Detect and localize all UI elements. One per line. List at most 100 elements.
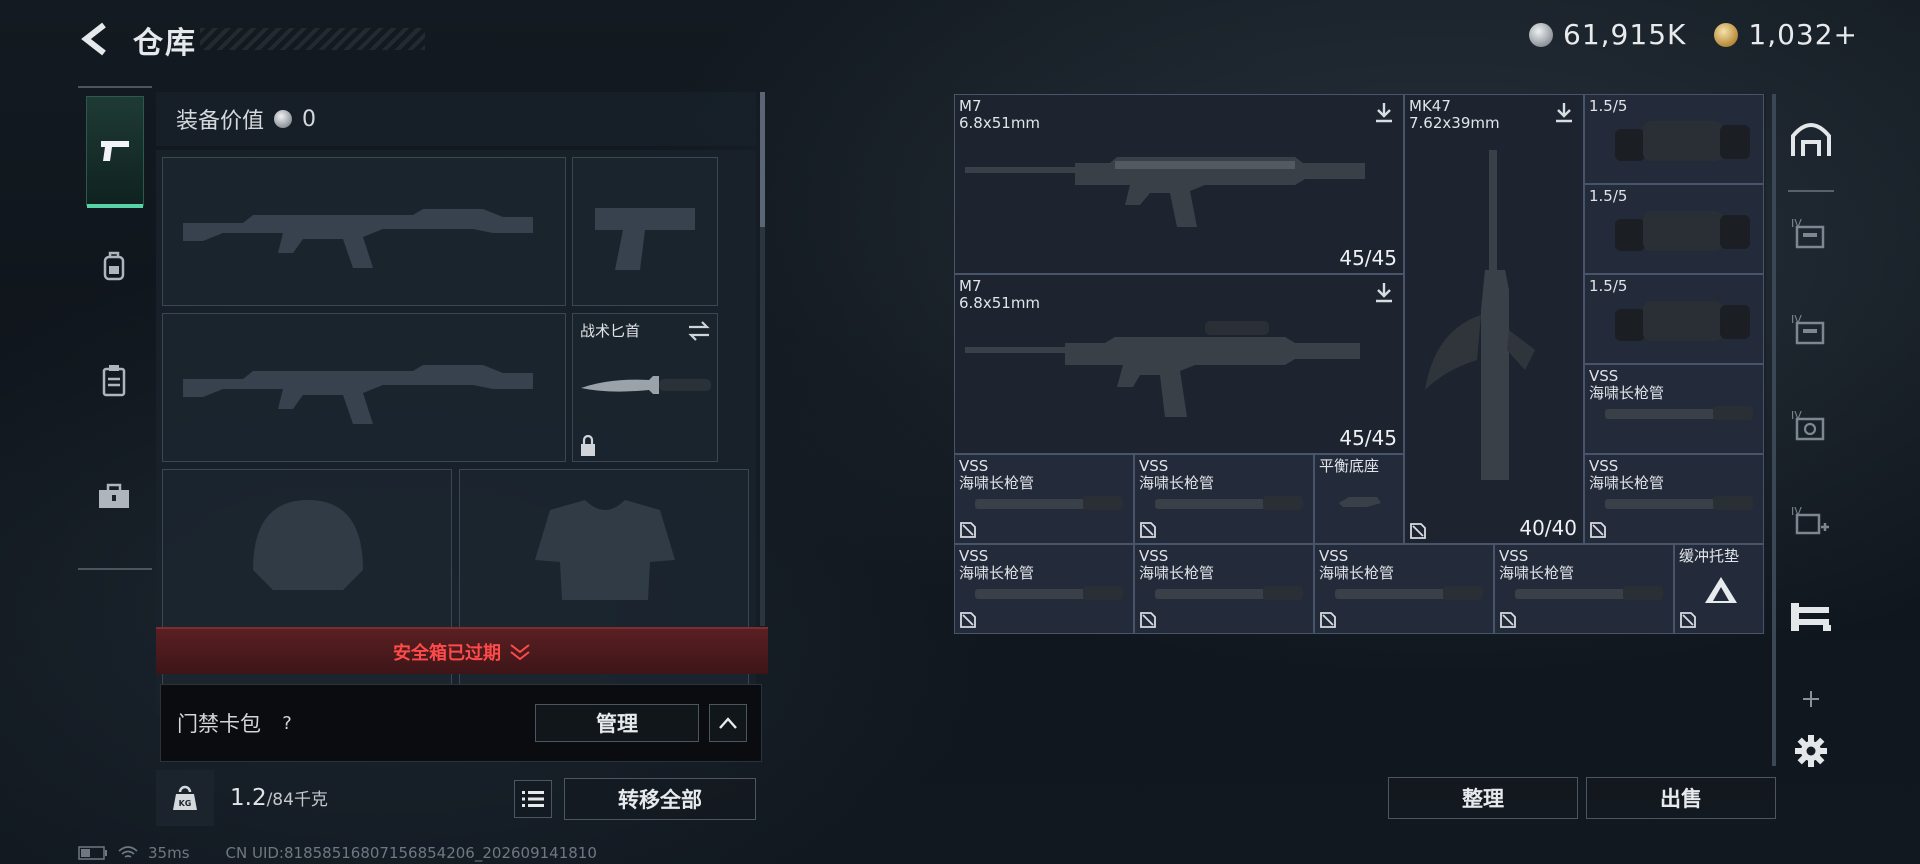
sidearm-slot[interactable] <box>572 157 718 306</box>
tab-stash-home[interactable] <box>1784 112 1838 166</box>
knife-slot[interactable]: 战术匕首 <box>572 313 718 462</box>
gear-icon <box>1795 735 1827 767</box>
transfer-all-button[interactable]: 转移全部 <box>564 778 756 820</box>
item-subname: 海啸长枪管 <box>1139 564 1215 582</box>
item-name: 平衡底座 <box>1319 457 1380 475</box>
stash-item-barrel[interactable]: VSS 海啸长枪管 <box>954 454 1134 544</box>
weight-max: /84千克 <box>266 790 328 810</box>
title-stripe <box>200 28 425 50</box>
currency-bar: 61,915K 1,032+ <box>1529 18 1858 51</box>
stash-item-scope[interactable]: 1.5/5 <box>1584 94 1764 184</box>
scope-icon <box>1615 211 1750 251</box>
nav-vest[interactable] <box>86 352 142 408</box>
item-caliber: 7.62x39mm <box>1409 114 1500 132</box>
download-icon[interactable] <box>1553 101 1575 123</box>
divider <box>1788 190 1834 192</box>
broken-icon <box>1680 612 1696 628</box>
safe-box-expired-label: 安全箱已过期 <box>393 642 501 664</box>
tidy-button[interactable]: 整理 <box>1388 777 1578 819</box>
broken-icon <box>1590 522 1606 538</box>
stash-item-scope[interactable]: 1.5/5 <box>1584 274 1764 364</box>
silver-coin-icon <box>274 110 293 128</box>
manage-button[interactable]: 管理 <box>535 704 699 742</box>
nav-toolbox[interactable] <box>86 468 142 524</box>
loadout-scrollbar[interactable] <box>760 92 765 626</box>
item-name: 缓冲托垫 <box>1679 547 1740 565</box>
warning-triangle-icon <box>1705 577 1737 603</box>
item-subname: 海啸长枪管 <box>959 474 1035 492</box>
container-icon: IV <box>1791 217 1825 249</box>
help-icon[interactable]: ? <box>275 711 299 735</box>
tab-container-iv-1[interactable]: IV <box>1784 206 1838 260</box>
helmet-slot[interactable] <box>162 469 452 715</box>
armor-slot[interactable] <box>459 469 749 715</box>
item-name: VSS <box>959 457 989 475</box>
status-bar: 35ms CN UID:81858516807156854206_2026091… <box>78 844 597 862</box>
tab-weapon-rack[interactable] <box>1784 590 1838 644</box>
stash-item-buffer-pad[interactable]: 缓冲托垫 <box>1674 544 1764 634</box>
stash-item-barrel[interactable]: VSS 海啸长枪管 <box>1134 454 1314 544</box>
pistol-silhouette-icon <box>595 208 695 270</box>
item-subname: 海啸长枪管 <box>1499 564 1575 582</box>
svg-text:KG: KG <box>179 799 192 808</box>
stash-item-mk47[interactable]: MK47 7.62x39mm 40/40 <box>1404 94 1584 544</box>
barrel-icon <box>1605 406 1753 420</box>
broken-icon <box>1500 612 1516 628</box>
expand-button[interactable] <box>709 704 747 742</box>
stash-item-barrel[interactable]: VSS 海啸长枪管 <box>1494 544 1674 634</box>
rifle-silhouette-icon <box>183 209 533 268</box>
item-name: VSS <box>1589 367 1619 385</box>
container-icon: IV <box>1791 313 1825 345</box>
broken-icon <box>960 522 976 538</box>
barrel-icon <box>975 586 1123 600</box>
pistol-icon <box>101 141 129 161</box>
item-name: M7 <box>959 277 982 295</box>
nav-weapons[interactable] <box>86 96 144 208</box>
silver-amount: 61,915K <box>1563 18 1687 51</box>
list-view-button[interactable] <box>514 780 552 818</box>
stash-item-barrel[interactable]: VSS 海啸长枪管 <box>1584 454 1764 544</box>
item-name: VSS <box>1139 547 1169 565</box>
rifle-icon <box>965 157 1365 227</box>
add-container-icon: IV <box>1791 505 1829 535</box>
safe-box-expired-banner[interactable]: 安全箱已过期 <box>156 627 768 674</box>
weight-current: 1.2 <box>230 785 267 811</box>
primary-weapon-slot[interactable] <box>162 157 566 306</box>
loadout-value-label: 装备价值 <box>176 109 265 134</box>
back-arrow-icon <box>81 22 106 56</box>
item-subname: 海啸长枪管 <box>1319 564 1395 582</box>
vertical-rifle-icon <box>1425 150 1535 480</box>
stash-item-m7[interactable]: M7 6.8x51mm 45/45 <box>954 94 1404 274</box>
item-subname: 海啸长枪管 <box>1589 384 1665 402</box>
tab-container-iv-2[interactable]: IV <box>1784 302 1838 356</box>
sell-button[interactable]: 出售 <box>1586 777 1776 819</box>
stash-item-barrel[interactable]: VSS 海啸长枪管 <box>1584 364 1764 454</box>
stash-item-barrel[interactable]: VSS 海啸长枪管 <box>1314 544 1494 634</box>
barrel-icon <box>975 496 1123 510</box>
swap-icon[interactable] <box>687 320 711 342</box>
settings-button[interactable] <box>1784 724 1838 778</box>
barrel-icon <box>1335 586 1483 600</box>
back-button[interactable] <box>78 20 112 58</box>
tab-container-iv-4[interactable]: IV <box>1784 494 1838 548</box>
download-icon[interactable] <box>1373 101 1395 123</box>
lock-icon <box>581 435 595 456</box>
secondary-weapon-slot[interactable] <box>162 313 566 462</box>
stash-item-scope[interactable]: 1.5/5 <box>1584 184 1764 274</box>
add-tab-button[interactable] <box>1784 672 1838 726</box>
download-icon[interactable] <box>1373 281 1395 303</box>
nav-backpack[interactable] <box>86 238 142 294</box>
toolbox-icon <box>99 483 129 508</box>
stash-item-balance-base[interactable]: 平衡底座 <box>1314 454 1404 544</box>
rifle-icon <box>965 321 1360 417</box>
item-name: VSS <box>959 547 989 565</box>
barrel-icon <box>1515 586 1663 600</box>
stash-item-barrel[interactable]: VSS 海啸长枪管 <box>954 544 1134 634</box>
stash-item-barrel[interactable]: VSS 海啸长枪管 <box>1134 544 1314 634</box>
stash-item-m7[interactable]: M7 6.8x51mm 45/45 <box>954 274 1404 454</box>
vest-icon <box>102 365 126 397</box>
stash-scrollbar[interactable] <box>1772 94 1776 766</box>
silver-coin-icon <box>1529 22 1554 47</box>
tab-container-iv-3[interactable]: IV <box>1784 398 1838 452</box>
item-subname: 海啸长枪管 <box>1589 474 1665 492</box>
